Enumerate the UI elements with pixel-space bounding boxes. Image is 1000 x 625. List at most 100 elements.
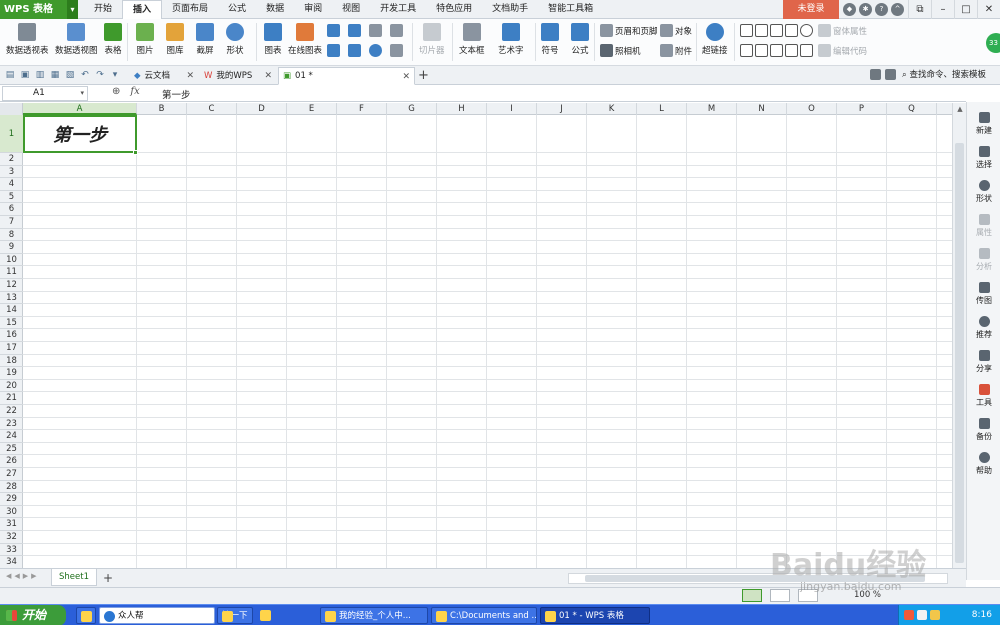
column-header-o[interactable]: O (787, 103, 837, 115)
sidebar-item-recommend[interactable]: 推荐 (967, 316, 1000, 340)
print-icon[interactable]: ▦ (49, 69, 61, 81)
formula-input[interactable]: 第一步 (162, 87, 191, 101)
close-icon[interactable]: ✕ (402, 68, 410, 86)
row-header-16[interactable]: 16 (0, 329, 23, 342)
line-chart-dropdown[interactable] (369, 24, 382, 37)
sidebar-item-shape[interactable]: 形状 (967, 180, 1000, 204)
stock-chart-dropdown[interactable] (348, 44, 361, 57)
show-desktop-icon[interactable] (76, 607, 96, 624)
header-footer-button[interactable]: 页眉和页脚 (600, 24, 658, 37)
column-header-b[interactable]: B (137, 103, 187, 115)
row-header-6[interactable]: 6 (0, 203, 23, 216)
row-header-29[interactable]: 29 (0, 493, 23, 506)
fill-handle[interactable] (133, 150, 138, 155)
settings-icon[interactable]: ✱ (859, 3, 872, 16)
picture-button[interactable]: 图片 (136, 23, 154, 56)
undo-icon[interactable]: ↶ (79, 69, 91, 81)
start-button[interactable]: 开始 (0, 605, 66, 625)
button-control-icon[interactable] (770, 24, 783, 37)
collapse-ribbon-icon[interactable] (885, 69, 896, 80)
row-header-30[interactable]: 30 (0, 506, 23, 519)
tab-data[interactable]: 数据 (256, 0, 294, 19)
tab-developer[interactable]: 开发工具 (370, 0, 426, 19)
row-header-14[interactable]: 14 (0, 304, 23, 317)
row-header-24[interactable]: 24 (0, 430, 23, 443)
column-header-n[interactable]: N (737, 103, 787, 115)
groupbox-control-icon[interactable] (755, 24, 768, 37)
attachment-button[interactable]: 附件 (660, 44, 692, 57)
spinner-control-icon[interactable] (785, 44, 798, 57)
tab-formulas[interactable]: 公式 (218, 0, 256, 19)
sidebar-item-tools[interactable]: 工具 (967, 384, 1000, 408)
row-header-5[interactable]: 5 (0, 191, 23, 204)
open-icon[interactable]: ▤ (4, 69, 16, 81)
add-sheet-button[interactable]: + (103, 569, 113, 587)
row-header-12[interactable]: 12 (0, 279, 23, 292)
pivot-table-button[interactable]: 数据透视表 (6, 23, 49, 56)
table-button[interactable]: 表格 (104, 23, 122, 56)
restore-icon[interactable]: ⧉ (908, 0, 931, 19)
row-header-32[interactable]: 32 (0, 531, 23, 544)
column-header-h[interactable]: H (437, 103, 487, 115)
command-search-input[interactable]: ⌕ 查找命令、搜索模板 (902, 67, 986, 84)
column-header-g[interactable]: G (387, 103, 437, 115)
close-icon[interactable]: ✕ (264, 67, 272, 85)
input-method-icon[interactable] (904, 610, 914, 620)
normal-view-icon[interactable] (742, 589, 762, 602)
skin-icon[interactable]: ◆ (843, 3, 856, 16)
symbol-button[interactable]: 符号 (541, 23, 559, 56)
shape-button[interactable]: 形状 (226, 23, 244, 56)
network-icon[interactable] (930, 610, 940, 620)
sidebar-item-analysis[interactable]: 分析 (967, 248, 1000, 272)
screenshot-button[interactable]: 截屏 (196, 23, 214, 56)
tab-doc-assistant[interactable]: 文档助手 (482, 0, 538, 19)
combobox-control-icon[interactable] (755, 44, 768, 57)
column-chart-dropdown[interactable] (327, 24, 340, 37)
pivot-chart-button[interactable]: 数据透视图 (55, 23, 98, 56)
column-header-l[interactable]: L (637, 103, 687, 115)
listbox-control-icon[interactable] (740, 44, 753, 57)
save-icon[interactable]: ▣ (19, 69, 31, 81)
sheet-tab-sheet1[interactable]: Sheet1 (51, 569, 97, 586)
formula-button[interactable]: 公式 (571, 23, 589, 56)
taskbar-item-wps[interactable]: 01 * - WPS 表格 (540, 607, 650, 624)
row-header-10[interactable]: 10 (0, 254, 23, 267)
quick-launch-icons[interactable] (256, 607, 314, 624)
row-header-23[interactable]: 23 (0, 418, 23, 431)
close-icon[interactable]: ✕ (977, 0, 1000, 19)
row-header-20[interactable]: 20 (0, 380, 23, 393)
row-header-25[interactable]: 25 (0, 443, 23, 456)
row-header-3[interactable]: 3 (0, 166, 23, 179)
row-header-18[interactable]: 18 (0, 355, 23, 368)
sidebar-item-backup[interactable]: 备份 (967, 418, 1000, 442)
sidebar-item-upload-image[interactable]: 传图 (967, 282, 1000, 306)
label-control-icon[interactable] (740, 24, 753, 37)
close-icon[interactable]: ✕ (186, 67, 194, 85)
tab-special[interactable]: 特色应用 (426, 0, 482, 19)
row-header-7[interactable]: 7 (0, 216, 23, 229)
column-header-i[interactable]: I (487, 103, 537, 115)
row-header-13[interactable]: 13 (0, 292, 23, 305)
volume-icon[interactable] (917, 610, 927, 620)
row-header-19[interactable]: 19 (0, 367, 23, 380)
login-button[interactable]: 未登录 (783, 0, 839, 19)
sheet-navigation-arrows[interactable]: ◀◀▶▶ (6, 572, 40, 580)
taskbar-search-button[interactable]: 搜一下 (217, 607, 253, 624)
row-header-26[interactable]: 26 (0, 455, 23, 468)
wps-app-menu-button[interactable]: WPS 表格 ▾ (0, 0, 78, 19)
column-header-k[interactable]: K (587, 103, 637, 115)
taskbar-item-explorer[interactable]: C:\Documents and ... (431, 607, 537, 624)
doc-tab-cloud[interactable]: ◆ 云文档 ✕ (130, 67, 198, 85)
pie-chart-dropdown[interactable] (369, 44, 382, 57)
radio-control-icon[interactable] (800, 24, 813, 37)
row-header-2[interactable]: 2 (0, 153, 23, 166)
cell-a1[interactable]: 第一步 (23, 115, 137, 153)
spreadsheet-grid[interactable]: ABCDEFGHIJKLMNOPQ 1 2 3 4 5 6 7 8 9 10 11 12 13 14 15 1… (0, 103, 952, 568)
image-control-icon[interactable] (800, 44, 813, 57)
taskbar-search-box[interactable]: 众人帮 (99, 607, 215, 624)
select-all-corner[interactable] (0, 103, 23, 115)
row-header-34[interactable]: 34 (0, 556, 23, 568)
tab-view[interactable]: 视图 (332, 0, 370, 19)
row-header-22[interactable]: 22 (0, 405, 23, 418)
feedback-icon[interactable] (870, 69, 881, 80)
